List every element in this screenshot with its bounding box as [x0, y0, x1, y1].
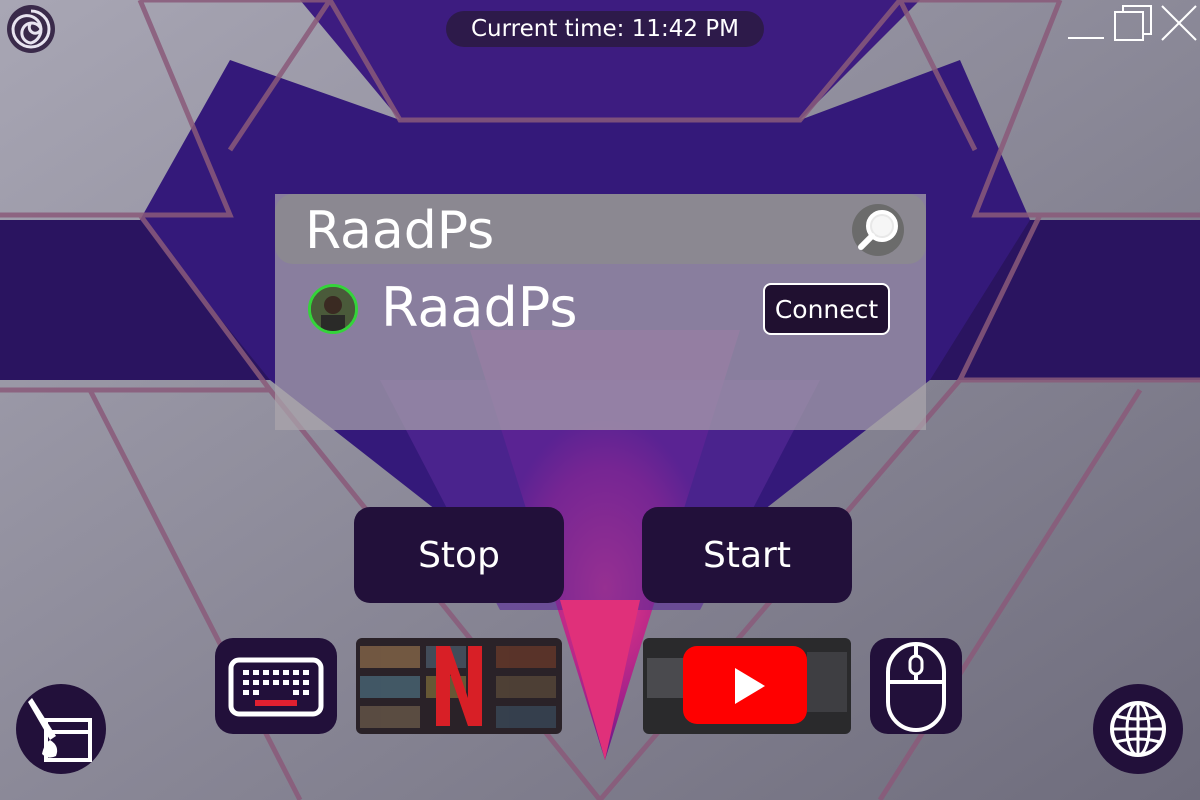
start-button[interactable]: Start: [642, 507, 852, 603]
result-name: RaadPs: [381, 276, 578, 339]
mouse-icon[interactable]: [870, 638, 962, 734]
magnifier-icon[interactable]: [852, 204, 904, 256]
netflix-thumbnail[interactable]: [356, 638, 562, 734]
search-panel: RaadPs RaadPs Connect: [275, 194, 926, 430]
search-input[interactable]: RaadPs: [305, 196, 494, 266]
current-time-badge: Current time: 11:42 PM: [446, 11, 764, 47]
paint-brush-icon[interactable]: [16, 684, 106, 774]
search-bar[interactable]: RaadPs: [275, 194, 926, 264]
globe-icon[interactable]: [1093, 684, 1183, 774]
close-icon[interactable]: [1158, 4, 1198, 44]
stop-button[interactable]: Stop: [354, 507, 564, 603]
keyboard-icon[interactable]: [215, 638, 337, 734]
current-time-label: Current time: 11:42 PM: [470, 16, 740, 42]
app-logo-icon[interactable]: [5, 3, 57, 55]
minimize-icon[interactable]: [1066, 4, 1106, 44]
connect-button[interactable]: Connect: [763, 283, 890, 335]
youtube-thumbnail[interactable]: [643, 638, 851, 734]
avatar: [308, 284, 358, 334]
maximize-icon[interactable]: [1112, 4, 1154, 44]
